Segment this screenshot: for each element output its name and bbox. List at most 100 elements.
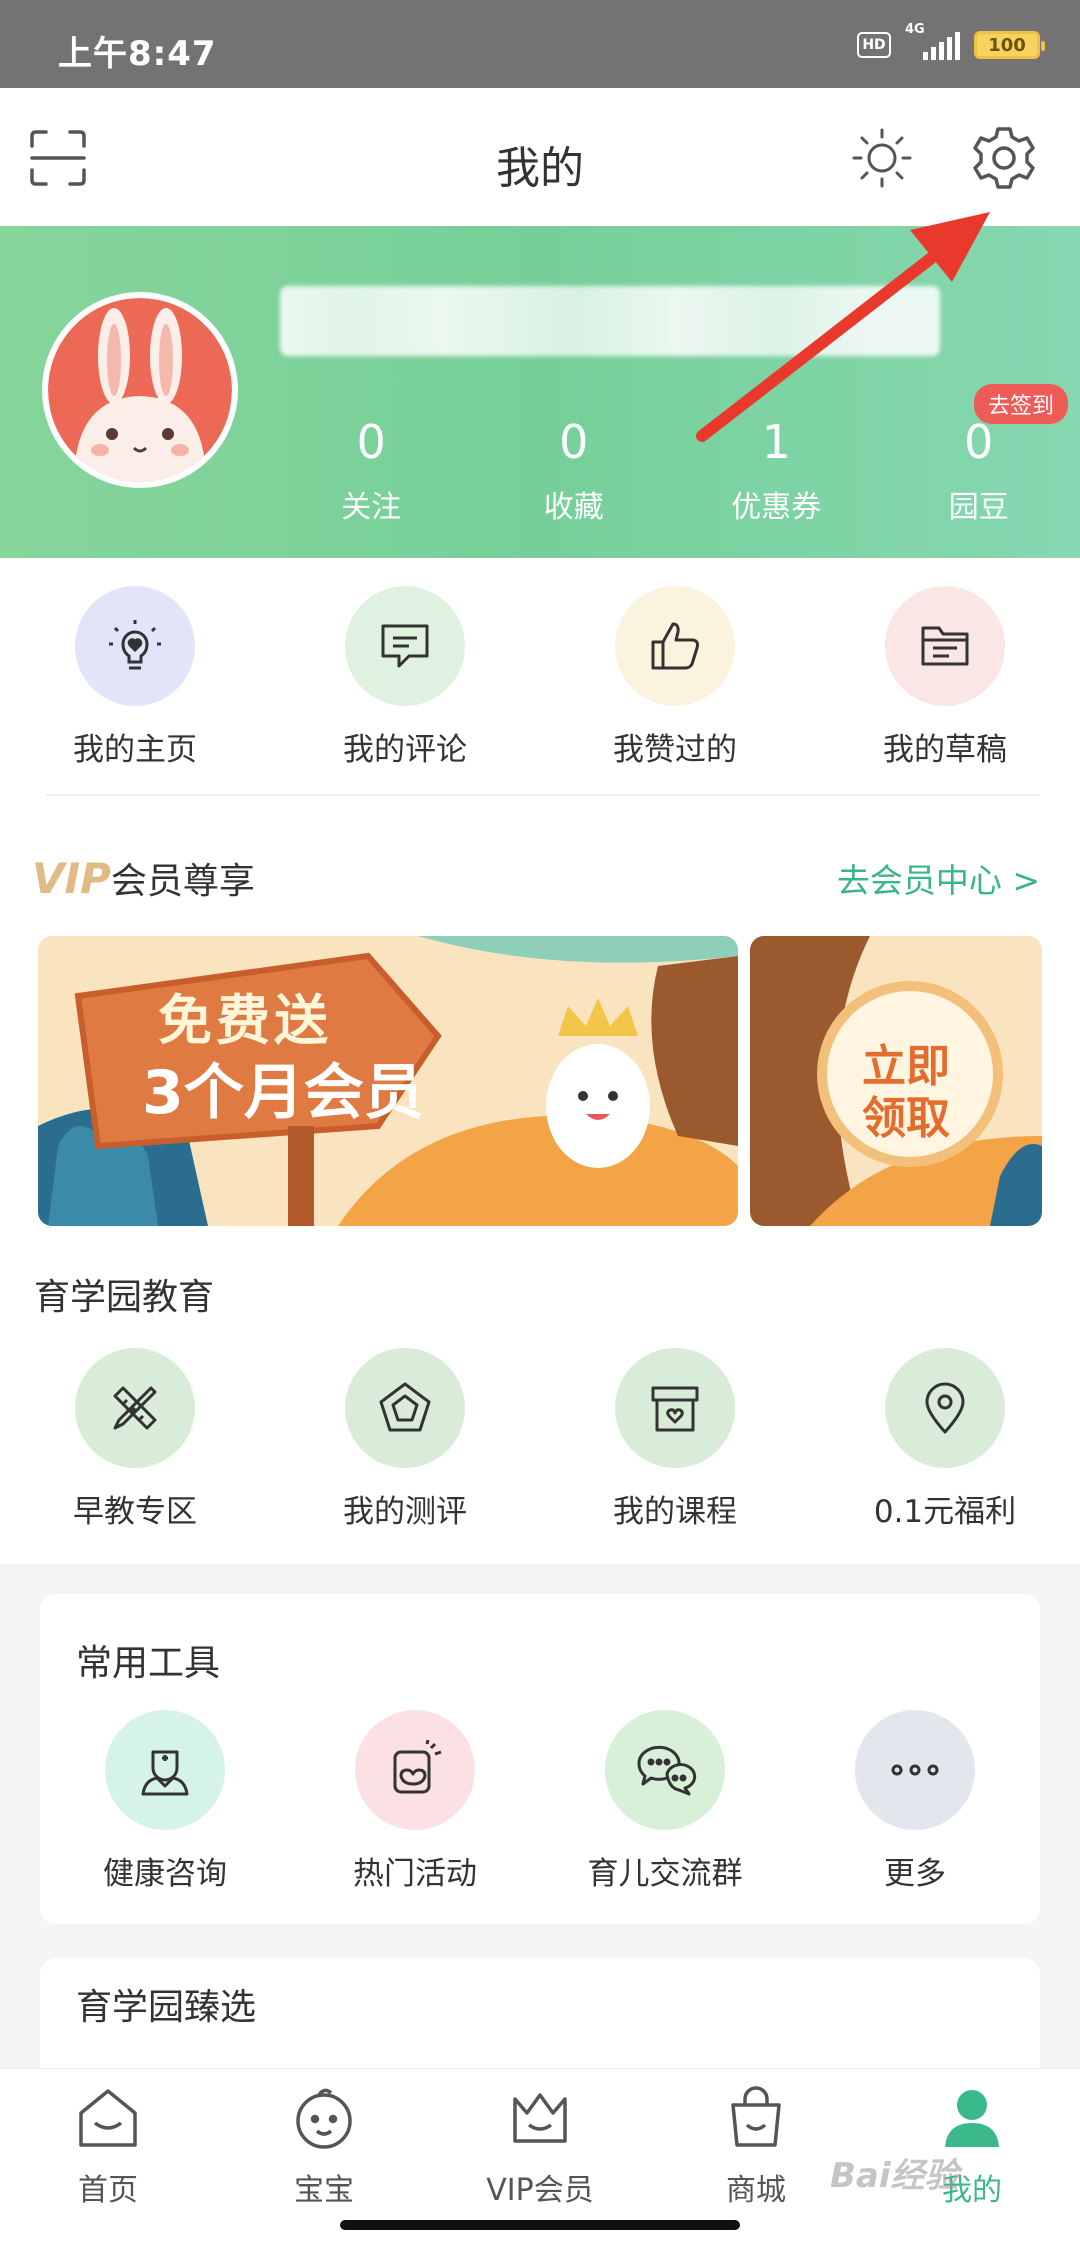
circle-bg — [75, 586, 195, 706]
folder-icon — [921, 626, 969, 666]
circle-bg — [75, 1348, 195, 1468]
quick-action-label: 我的评论 — [343, 732, 467, 768]
stat-beans[interactable]: 0 园豆 — [878, 414, 1080, 526]
circle-bg — [615, 1348, 735, 1468]
activity-icon — [393, 1740, 442, 1794]
pentagon-icon — [379, 1382, 431, 1432]
vip-banner-free-3-months[interactable]: 免费送 3个月会员 — [38, 936, 738, 1226]
rabbit-avatar-icon — [48, 298, 232, 482]
tools-row: 健康咨询 热门活动 育儿交流群 更多 — [40, 1710, 1040, 1893]
network-type: 4G — [905, 22, 925, 37]
username-blurred — [280, 286, 940, 356]
education-label: 早教专区 — [73, 1494, 197, 1530]
circle-bg — [355, 1710, 475, 1830]
stats-row: 0 关注 0 收藏 1 优惠券 0 园豆 — [270, 414, 1080, 526]
circle-bg — [605, 1710, 725, 1830]
doctor-icon — [141, 1750, 189, 1796]
stat-favorites[interactable]: 0 收藏 — [473, 414, 676, 526]
avatar[interactable] — [42, 292, 238, 488]
nav-label: 宝宝 — [294, 2173, 354, 2208]
nav-label: 首页 — [78, 2173, 138, 2208]
battery-icon: 100 — [974, 31, 1045, 59]
tool-hot-activities[interactable]: 热门活动 — [290, 1710, 540, 1893]
shopping-bag-icon — [731, 2086, 781, 2147]
education-item-assessment[interactable]: 我的测评 — [270, 1348, 540, 1531]
education-row: 早教专区 我的测评 我的课程 0.1元福利 — [0, 1348, 1080, 1531]
stat-label: 收藏 — [543, 490, 604, 525]
banner-main-line2: 3个月会员 — [142, 1058, 424, 1128]
home-icon — [79, 2089, 137, 2147]
top-header: 我的 — [0, 88, 1080, 226]
nav-label: VIP会员 — [486, 2173, 594, 2208]
status-bar: 上午8:47 HD 4G 100 — [0, 0, 1080, 88]
stat-label: 优惠券 — [731, 490, 822, 525]
circle-bg — [885, 586, 1005, 706]
vip-center-link[interactable]: 去会员中心 > — [837, 854, 1040, 902]
education-item-early[interactable]: 早教专区 — [0, 1348, 270, 1531]
circle-bg — [615, 586, 735, 706]
baby-icon — [296, 2088, 352, 2149]
status-time: 上午8:47 — [58, 34, 217, 74]
status-icons: HD 4G 100 — [857, 22, 1045, 60]
divider — [46, 794, 1040, 796]
comment-icon — [381, 624, 429, 668]
quick-action-label: 我的草稿 — [883, 732, 1007, 768]
tool-label: 健康咨询 — [103, 1856, 227, 1892]
selection-title: 育学园臻选 — [76, 1987, 257, 2028]
tool-parenting-group[interactable]: 育儿交流群 — [540, 1710, 790, 1893]
education-item-welfare[interactable]: 0.1元福利 — [810, 1348, 1080, 1531]
circle-bg — [885, 1348, 1005, 1468]
tool-more[interactable]: 更多 — [790, 1710, 1040, 1893]
education-label: 我的课程 — [613, 1494, 737, 1530]
ruler-pencil-icon — [113, 1386, 157, 1430]
nav-home[interactable]: 首页 — [0, 2069, 216, 2248]
stat-follow[interactable]: 0 关注 — [270, 414, 473, 526]
quick-action-comments[interactable]: 我的评论 — [270, 586, 540, 769]
stat-label: 关注 — [341, 490, 402, 525]
sun-icon[interactable] — [850, 126, 914, 190]
quick-actions-row: 我的主页 我的评论 我赞过的 我的草稿 — [0, 586, 1080, 769]
quick-action-label: 我赞过的 — [613, 732, 737, 768]
stat-label: 园豆 — [948, 490, 1009, 525]
profile-banner: 去签到 0 关注 0 收藏 1 优惠券 0 园豆 — [0, 226, 1080, 558]
thumbs-up-icon — [651, 622, 699, 670]
more-icon — [891, 1764, 939, 1776]
banner-side-line2: 领取 — [862, 1093, 950, 1144]
chat-group-icon — [637, 1745, 697, 1796]
education-item-courses[interactable]: 我的课程 — [540, 1348, 810, 1531]
user-icon — [945, 2090, 999, 2147]
circle-bg — [855, 1710, 975, 1830]
stat-value: 0 — [356, 415, 386, 469]
tool-label: 更多 — [884, 1856, 946, 1892]
vip-title-rest: 会员尊享 — [110, 861, 255, 902]
quick-action-liked[interactable]: 我赞过的 — [540, 586, 810, 769]
stat-value: 1 — [761, 415, 791, 469]
circle-bg — [345, 1348, 465, 1468]
hd-badge: HD — [857, 32, 891, 58]
tools-title: 常用工具 — [76, 1643, 221, 1684]
page-title: 我的 — [496, 143, 584, 194]
quick-action-drafts[interactable]: 我的草稿 — [810, 586, 1080, 769]
quick-action-label: 我的主页 — [73, 732, 197, 768]
circle-bg — [105, 1710, 225, 1830]
stat-value: 0 — [964, 415, 994, 469]
signal-icon: 4G — [905, 22, 960, 60]
education-section-title: 育学园教育 — [34, 1277, 215, 1318]
vip-banner-claim-now[interactable]: 立即 领取 — [750, 936, 1042, 1226]
tool-label: 育儿交流群 — [587, 1856, 743, 1892]
vip-section-title: VIP会员尊享 — [32, 852, 255, 904]
watermark: Bai经验 — [830, 2156, 959, 2196]
home-indicator — [340, 2220, 740, 2230]
education-label: 0.1元福利 — [873, 1494, 1017, 1530]
education-label: 我的测评 — [343, 1494, 467, 1530]
bulb-heart-icon — [109, 620, 161, 670]
stat-coupons[interactable]: 1 优惠券 — [675, 414, 878, 526]
location-pin-icon — [925, 1382, 965, 1434]
quick-action-homepage[interactable]: 我的主页 — [0, 586, 270, 769]
tool-health-consult[interactable]: 健康咨询 — [40, 1710, 290, 1893]
stat-value: 0 — [559, 415, 589, 469]
box-heart-icon — [651, 1386, 699, 1432]
gear-icon[interactable] — [970, 124, 1038, 192]
main-card: 我的主页 我的评论 我赞过的 我的草稿 VIP会员尊享 去会员中心 > 免费送 … — [0, 558, 1080, 1564]
vip-crown-icon — [513, 2093, 567, 2143]
